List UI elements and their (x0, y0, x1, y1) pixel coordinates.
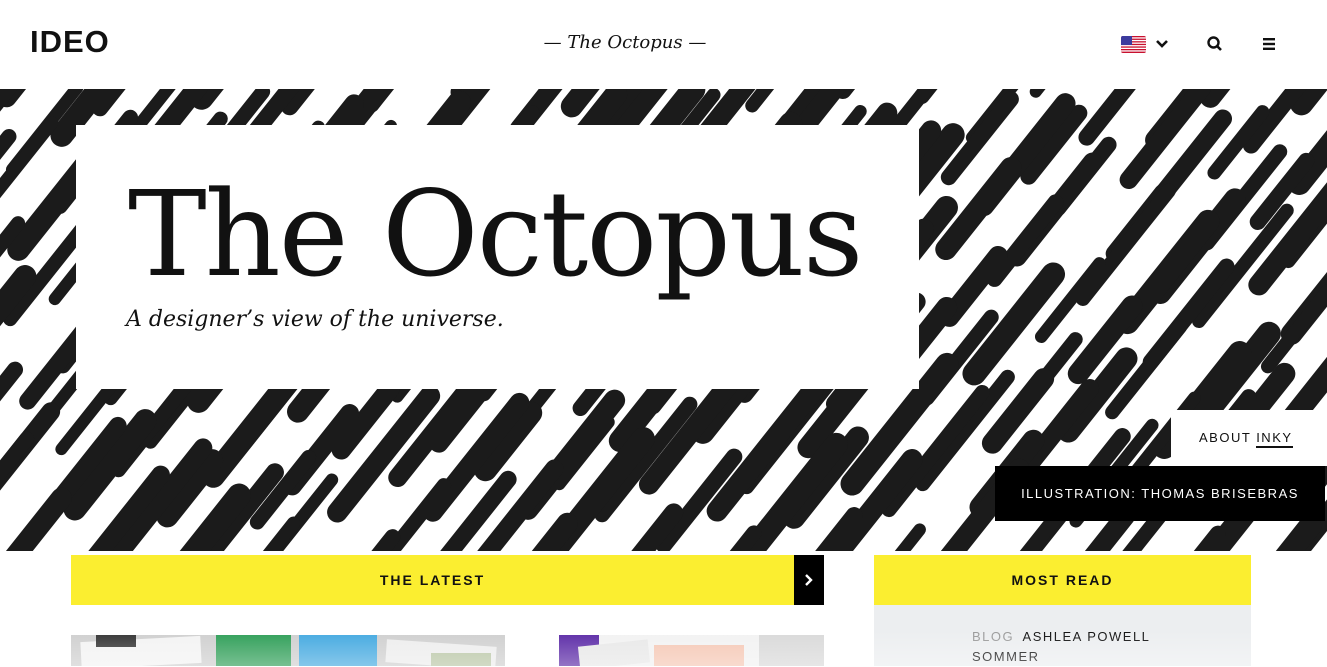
us-flag-icon[interactable] (1121, 36, 1146, 53)
hamburger-menu-icon[interactable] (1261, 36, 1277, 52)
brush-stroke (833, 89, 856, 99)
brush-stroke (1289, 89, 1327, 116)
about-inky-link[interactable]: INKY (1256, 430, 1293, 448)
brush-stroke (5, 487, 72, 551)
brush-stroke (189, 89, 224, 110)
hero-title-panel: The Octopus A designer’s view of the uni… (76, 125, 919, 389)
brush-stroke (1078, 89, 1136, 146)
most-read-list: BLOG ASHLEA POWELL SOMMER (874, 605, 1251, 666)
hero-banner: The Octopus A designer’s view of the uni… (0, 89, 1327, 551)
about-prefix: ABOUT (1199, 430, 1252, 445)
brush-stroke (0, 361, 24, 402)
latest-article-thumbnail[interactable] (71, 635, 505, 666)
most-read-item[interactable]: BLOG ASHLEA POWELL SOMMER (972, 627, 1212, 667)
latest-next-button[interactable] (794, 555, 824, 605)
hero-tagline: A designer’s view of the universe. (126, 307, 504, 332)
most-read-category: BLOG (972, 629, 1015, 644)
ideo-logo[interactable]: IDEO (30, 26, 110, 58)
chevron-down-icon[interactable] (1155, 37, 1169, 49)
about-inky-panel: ABOUT INKY (1171, 410, 1327, 466)
brush-stroke (371, 529, 401, 551)
site-header: IDEO — The Octopus — (0, 0, 1327, 89)
search-icon[interactable] (1206, 35, 1224, 53)
publication-title[interactable]: — The Octopus — (520, 32, 730, 53)
chevron-right-icon (805, 574, 813, 586)
brush-stroke (1193, 525, 1226, 551)
the-latest-header[interactable]: THE LATEST (71, 555, 794, 605)
brush-stroke (1199, 89, 1231, 108)
most-read-header: MOST READ (874, 555, 1251, 605)
brush-stroke (1029, 89, 1046, 98)
brush-stroke (894, 523, 926, 551)
hero-title: The Octopus (128, 165, 863, 303)
brush-stroke (729, 525, 762, 551)
illustration-credit: ILLUSTRATION: THOMAS BRISEBRAS (995, 466, 1325, 521)
latest-article-thumbnail[interactable] (559, 635, 824, 666)
brush-stroke (1275, 514, 1322, 551)
about-label: ABOUT INKY (1199, 430, 1293, 448)
